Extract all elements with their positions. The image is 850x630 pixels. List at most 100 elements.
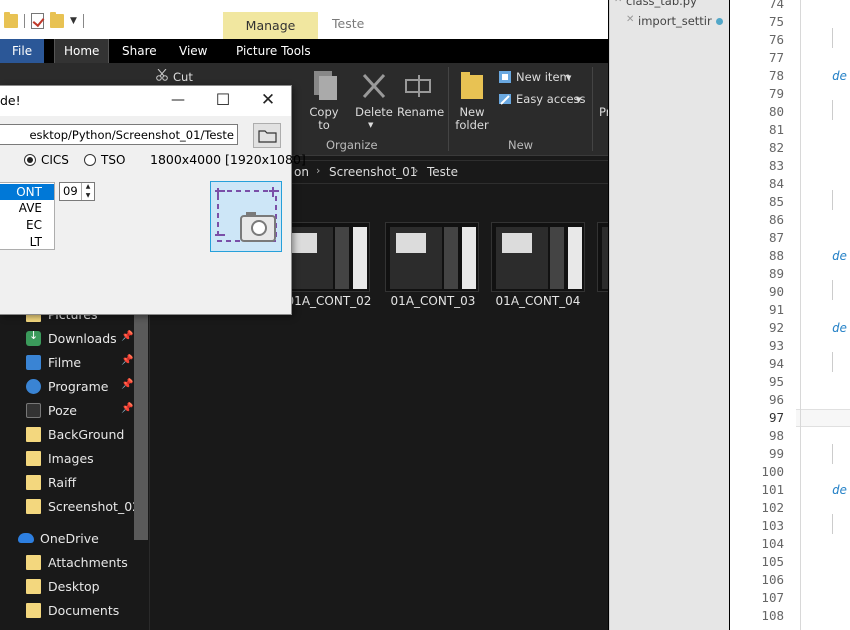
new-item-icon[interactable] xyxy=(498,70,512,84)
open-file-item[interactable]: ✕ import_settir xyxy=(626,14,723,28)
keyword-def[interactable]: de xyxy=(832,248,847,263)
indent-marker xyxy=(832,190,833,210)
mode-listbox[interactable]: ONT AVE EC LT xyxy=(0,182,55,250)
easy-access-dropdown-icon[interactable]: ▼ xyxy=(576,94,581,107)
breadcrumb-segment[interactable]: Screenshot_01 xyxy=(329,165,417,179)
list-item[interactable]: ONT xyxy=(0,184,54,200)
new-item-button[interactable]: New item xyxy=(516,71,571,84)
line-number: 107 xyxy=(761,590,784,605)
folder-icon xyxy=(26,450,41,466)
browse-folder-button[interactable] xyxy=(253,123,281,148)
dialog-title-bar[interactable]: de! — ☐ ✕ xyxy=(0,86,291,116)
nav-item-filme[interactable]: Filme xyxy=(26,352,81,372)
line-number: 77 xyxy=(768,50,784,65)
close-tab-icon[interactable]: ✕ xyxy=(626,14,634,25)
delete-x-icon[interactable] xyxy=(361,72,387,100)
radio-tso[interactable]: TSO xyxy=(84,153,125,167)
tab-file[interactable]: File xyxy=(0,39,44,63)
file-thumbnail[interactable] xyxy=(385,222,479,292)
spinner-up-icon[interactable]: ▲ xyxy=(81,183,94,191)
new-folder-icon[interactable] xyxy=(50,12,64,28)
nav-item-onedrive[interactable]: OneDrive xyxy=(18,528,99,548)
nav-item-label: Desktop xyxy=(48,578,100,594)
nav-item-label: Programe xyxy=(48,378,109,394)
spinner-value[interactable]: 09 xyxy=(63,184,78,198)
line-number: 79 xyxy=(768,86,784,101)
file-name[interactable]: 01A_CONT_02 xyxy=(279,294,379,308)
nav-item-downloads[interactable]: Downloads xyxy=(26,328,117,348)
close-button[interactable]: ✕ xyxy=(245,86,291,116)
breadcrumb-segment[interactable]: on xyxy=(294,165,309,179)
delete-button[interactable]: Delete xyxy=(353,106,395,119)
file-name[interactable]: 01A_CONT_03 xyxy=(383,294,483,308)
easy-access-icon[interactable] xyxy=(498,92,512,106)
nav-item-desktop[interactable]: Desktop xyxy=(26,576,100,596)
ribbon-tab-bar: File Home Share View Picture Tools xyxy=(0,39,608,63)
customize-dropdown-icon[interactable]: ▼ xyxy=(70,16,77,26)
file-thumbnail-partial[interactable] xyxy=(597,222,608,292)
rename-icon[interactable] xyxy=(404,72,432,100)
nav-item-documents[interactable]: Documents xyxy=(26,600,119,620)
maximize-button[interactable]: ☐ xyxy=(200,86,246,116)
keyword-def[interactable]: de xyxy=(832,482,847,497)
line-number: 90 xyxy=(768,284,784,299)
pin-icon[interactable]: 📌 xyxy=(121,355,133,366)
radio-cics[interactable]: CICS xyxy=(24,153,69,167)
manage-contextual-tab[interactable]: Manage xyxy=(223,12,318,39)
code-editor[interactable]: de de de de 74 75 76 77 78 79 80 81 82 83 84 85 86 87… xyxy=(730,0,850,630)
nav-item-raiff[interactable]: Raiff xyxy=(26,472,76,492)
nav-item-screenshot-02[interactable]: Screenshot_02 xyxy=(26,496,140,516)
spinner-down-icon[interactable]: ▼ xyxy=(81,191,94,200)
file-name[interactable]: 01A_CONT_04 xyxy=(488,294,588,308)
group-separator xyxy=(448,67,449,151)
nav-item-programe[interactable]: Programe xyxy=(26,376,108,396)
list-item[interactable]: EC xyxy=(0,217,54,233)
group-label-organize: Organize xyxy=(326,138,378,152)
rename-button[interactable]: Rename xyxy=(397,106,444,119)
line-number: 102 xyxy=(761,500,784,515)
nav-item-poze[interactable]: Poze xyxy=(26,400,77,420)
resolution-label: 1800x4000 [1920x1080] xyxy=(150,152,306,167)
nav-item-background[interactable]: BackGround xyxy=(26,424,124,444)
tab-view[interactable]: View xyxy=(170,39,216,63)
keyword-def[interactable]: de xyxy=(832,320,847,335)
cut-button[interactable]: Cut xyxy=(173,71,193,84)
close-tab-icon[interactable]: ✕ xyxy=(614,0,622,5)
new-folder-button[interactable]: New folder xyxy=(452,106,492,132)
line-number: 104 xyxy=(761,536,784,551)
breadcrumb-segment[interactable]: Teste xyxy=(427,165,458,179)
file-thumbnail[interactable] xyxy=(491,222,585,292)
copy-to-icon[interactable] xyxy=(311,69,341,103)
scissors-icon[interactable] xyxy=(156,69,168,81)
tab-picture-tools[interactable]: Picture Tools xyxy=(227,39,320,63)
delete-dropdown-icon[interactable]: ▼ xyxy=(368,119,373,132)
pin-icon[interactable]: 📌 xyxy=(121,403,133,414)
chevron-right-icon[interactable]: › xyxy=(316,164,320,177)
properties-button[interactable]: Pr xyxy=(599,106,608,119)
chevron-right-icon[interactable]: › xyxy=(414,164,418,177)
open-file-item[interactable]: ✕ class_tab.py xyxy=(614,0,697,8)
line-number: 87 xyxy=(768,230,784,245)
folder-icon[interactable] xyxy=(4,12,18,28)
minimize-button[interactable]: — xyxy=(155,86,201,116)
nav-item-attachments[interactable]: Attachments xyxy=(26,552,128,572)
keyword-def[interactable]: de xyxy=(832,68,847,83)
new-item-dropdown-icon[interactable]: ▼ xyxy=(566,72,571,85)
properties-check-icon[interactable] xyxy=(31,13,44,29)
program-folder-icon xyxy=(26,378,41,394)
open-file-name[interactable]: import_settir xyxy=(638,14,712,28)
open-file-name[interactable]: class_tab.py xyxy=(626,0,697,8)
list-item[interactable]: LT xyxy=(0,234,54,249)
navigation-scrollbar[interactable] xyxy=(134,300,148,540)
copy-to-button[interactable]: Copy to xyxy=(304,106,344,132)
number-spinner[interactable]: 09 ▲ ▼ xyxy=(59,182,95,201)
new-folder-large-icon[interactable] xyxy=(460,71,484,101)
path-input[interactable] xyxy=(0,124,238,145)
list-item[interactable]: AVE xyxy=(0,200,54,216)
nav-item-images[interactable]: Images xyxy=(26,448,94,468)
tab-home[interactable]: Home xyxy=(54,39,110,63)
pin-icon[interactable]: 📌 xyxy=(121,379,133,390)
pin-icon[interactable]: 📌 xyxy=(121,331,133,342)
tab-share[interactable]: Share xyxy=(113,39,166,63)
take-screenshot-button[interactable] xyxy=(210,181,282,252)
